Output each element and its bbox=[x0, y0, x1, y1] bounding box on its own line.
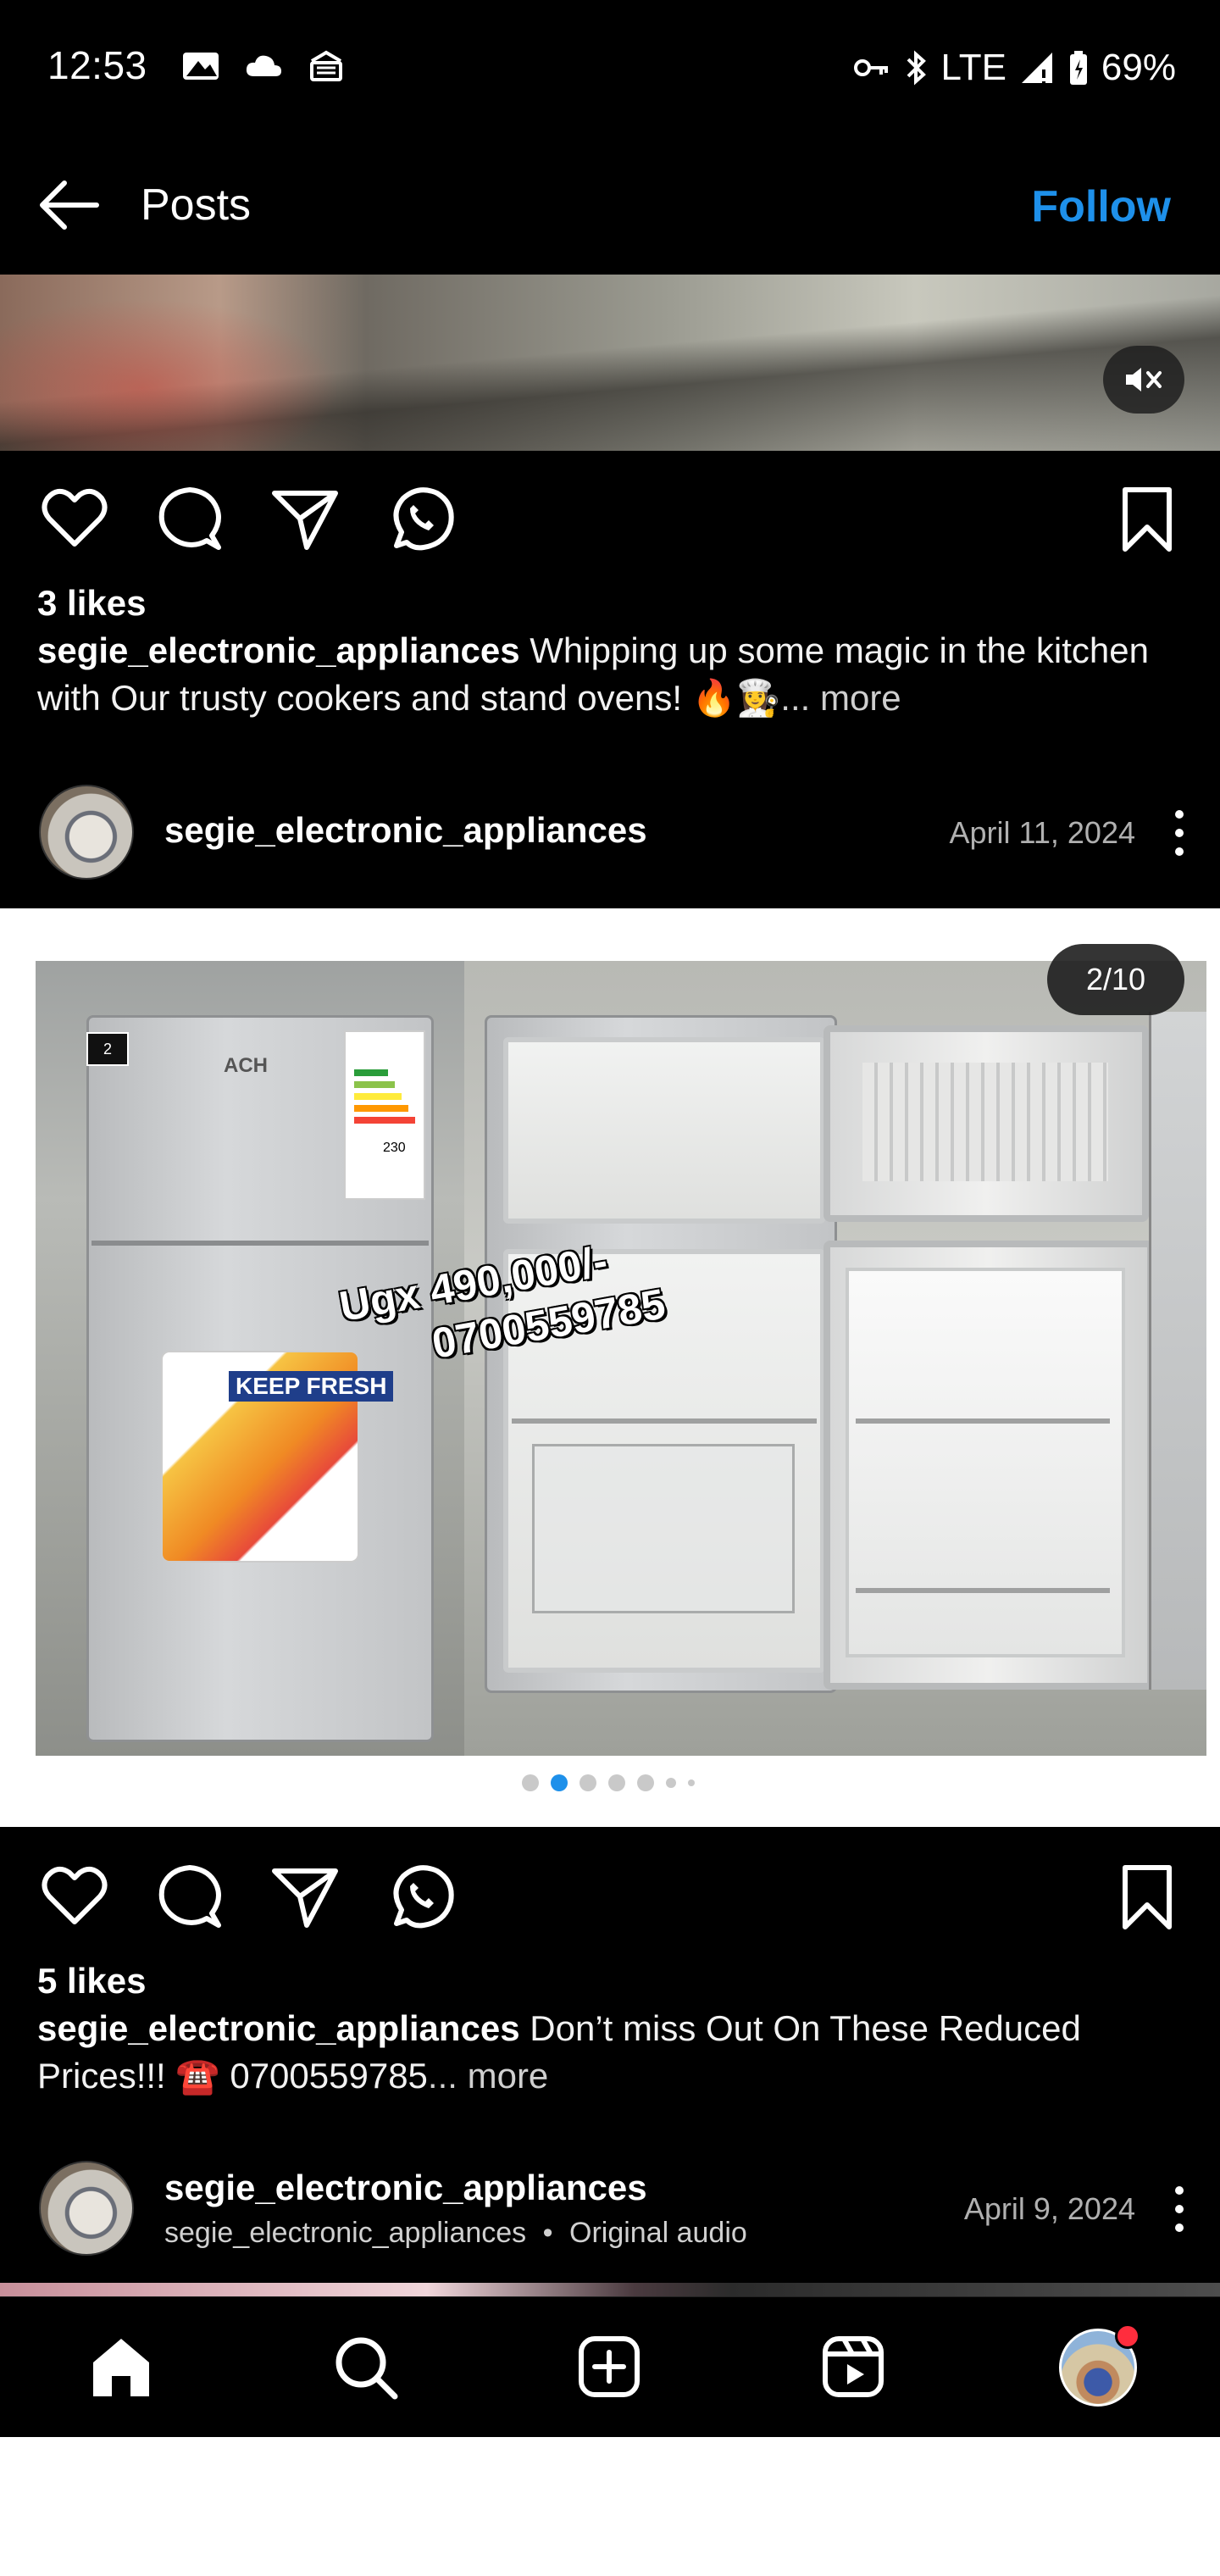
status-right-group: LTE 69% bbox=[852, 42, 1176, 93]
bookmark-icon[interactable] bbox=[1110, 481, 1184, 556]
caption-more-link[interactable]: ... more bbox=[428, 2056, 548, 2096]
carousel-dot bbox=[580, 1774, 596, 1791]
post-image-right[interactable] bbox=[464, 961, 1206, 1756]
carousel-dot bbox=[637, 1774, 654, 1791]
create-icon[interactable] bbox=[573, 2330, 646, 2403]
comment-icon[interactable] bbox=[152, 481, 227, 556]
author-avatar[interactable] bbox=[39, 785, 134, 880]
speaker-muted-icon bbox=[1126, 368, 1162, 391]
notification-badge bbox=[1115, 2323, 1140, 2349]
carousel-dot bbox=[608, 1774, 625, 1791]
bookmark-icon[interactable] bbox=[1110, 1859, 1184, 1934]
post-subtitle: segie_electronic_appliances • Original a… bbox=[164, 2217, 747, 2250]
key-icon bbox=[854, 59, 889, 76]
system-nav-area bbox=[0, 2437, 1220, 2576]
more-options-icon[interactable] bbox=[1162, 2179, 1196, 2239]
subtitle-username[interactable]: segie_electronic_appliances bbox=[164, 2217, 526, 2249]
slide-counter: 2/10 bbox=[1047, 944, 1184, 1015]
page-title: Posts bbox=[141, 180, 252, 230]
post-video[interactable] bbox=[0, 275, 1220, 451]
original-audio-link[interactable]: Original audio bbox=[569, 2217, 747, 2249]
author-username[interactable]: segie_electronic_appliances bbox=[164, 2168, 647, 2208]
home-icon[interactable] bbox=[85, 2330, 158, 2403]
heart-icon[interactable] bbox=[37, 481, 112, 556]
caption-more-link[interactable]: ... more bbox=[780, 678, 901, 718]
carousel-dot-active bbox=[551, 1774, 568, 1791]
share-icon[interactable] bbox=[268, 481, 342, 556]
carousel-dot bbox=[522, 1774, 539, 1791]
search-icon[interactable] bbox=[329, 2330, 402, 2403]
energy-number: 230 bbox=[383, 1141, 406, 1155]
network-type: LTE bbox=[940, 47, 1006, 88]
comment-icon[interactable] bbox=[152, 1859, 227, 1934]
subtitle-separator: • bbox=[542, 2217, 553, 2249]
author-avatar[interactable] bbox=[39, 2161, 134, 2256]
whatsapp-icon[interactable] bbox=[383, 1859, 458, 1934]
cloud-icon bbox=[246, 55, 281, 76]
post-caption: segie_electronic_appliances Whipping up … bbox=[37, 627, 1190, 722]
battery-icon bbox=[1069, 51, 1087, 85]
arrow-left-icon[interactable] bbox=[34, 169, 105, 241]
whatsapp-icon[interactable] bbox=[383, 481, 458, 556]
brand-logo: ACH bbox=[224, 1054, 268, 1077]
heart-icon[interactable] bbox=[37, 1859, 112, 1934]
cast-icon bbox=[310, 50, 342, 81]
status-time: 12:53 bbox=[47, 43, 147, 87]
mute-button[interactable] bbox=[1103, 346, 1184, 414]
gallery-icon bbox=[183, 53, 219, 80]
battery-percent: 69% bbox=[1101, 47, 1176, 88]
carousel-dot bbox=[688, 1779, 695, 1786]
post-date: April 11, 2024 bbox=[949, 815, 1135, 850]
caption-username[interactable]: segie_electronic_appliances bbox=[37, 630, 520, 670]
carousel-dot bbox=[666, 1778, 676, 1788]
signal-icon bbox=[1021, 53, 1052, 83]
post-caption: segie_electronic_appliances Don’t miss O… bbox=[37, 2005, 1190, 2100]
follow-button[interactable]: Follow bbox=[1031, 181, 1171, 232]
post-date: April 9, 2024 bbox=[963, 2191, 1135, 2226]
likes-count[interactable]: 3 likes bbox=[37, 583, 146, 624]
warranty-badge: 2 bbox=[86, 1032, 129, 1066]
author-username[interactable]: segie_electronic_appliances bbox=[164, 810, 647, 851]
reels-icon[interactable] bbox=[817, 2330, 890, 2403]
share-icon[interactable] bbox=[268, 1859, 342, 1934]
likes-count[interactable]: 5 likes bbox=[37, 1961, 146, 2001]
carousel-dots bbox=[522, 1774, 695, 1791]
bluetooth-icon bbox=[907, 50, 927, 86]
more-options-icon[interactable] bbox=[1162, 803, 1196, 863]
caption-username[interactable]: segie_electronic_appliances bbox=[37, 2008, 520, 2048]
